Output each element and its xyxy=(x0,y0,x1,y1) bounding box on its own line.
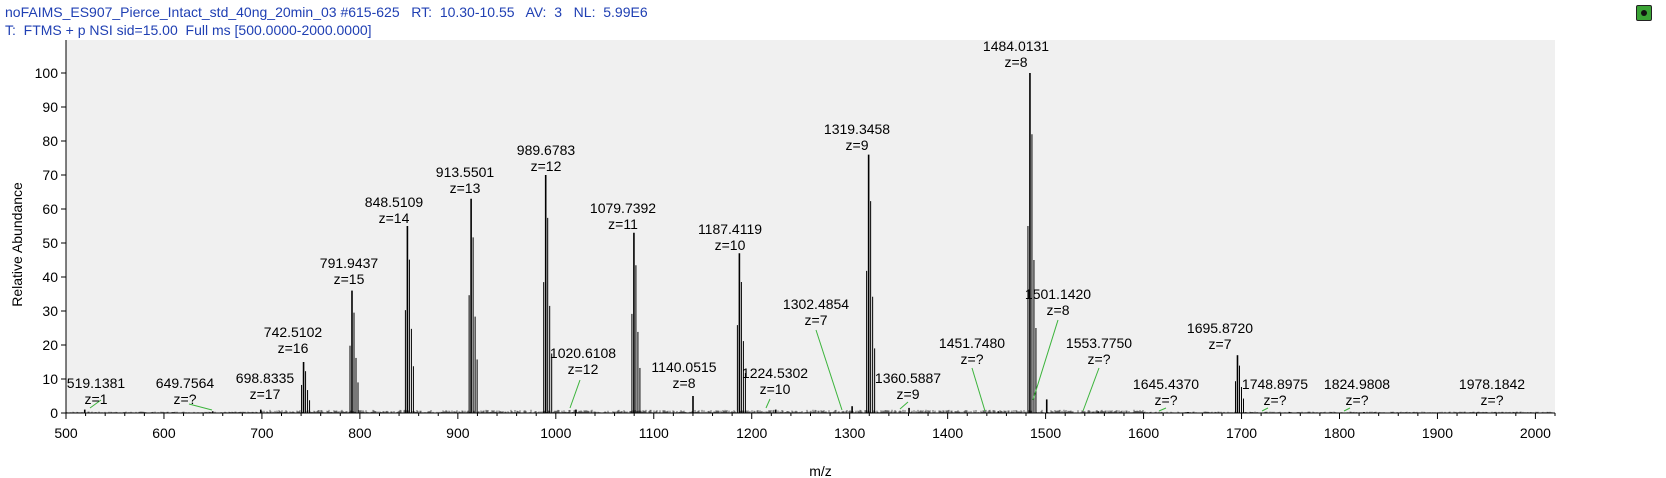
y-tick-label: 40 xyxy=(42,269,58,285)
x-tick-label: 800 xyxy=(348,425,372,441)
peak-charge-label: z=7 xyxy=(805,312,828,328)
x-tick-label: 2000 xyxy=(1520,425,1551,441)
peak-charge-label: z=? xyxy=(1346,392,1369,408)
y-axis-label: Relative Abundance xyxy=(9,182,25,307)
peak-charge-label: z=8 xyxy=(673,375,696,391)
peak-charge-label: z=? xyxy=(1481,392,1504,408)
peak-charge-label: z=10 xyxy=(715,237,746,253)
peak-mz-label: 791.9437 xyxy=(320,255,379,271)
peak-mz-label: 1020.6108 xyxy=(550,345,616,361)
peak-charge-label: z=12 xyxy=(531,158,562,174)
peak-mz-label: 1224.5302 xyxy=(742,365,808,381)
y-tick-label: 80 xyxy=(42,133,58,149)
x-tick-label: 700 xyxy=(250,425,274,441)
peak-charge-label: z=? xyxy=(174,391,197,407)
peak-mz-label: 1645.4370 xyxy=(1133,376,1199,392)
x-tick-label: 1500 xyxy=(1030,425,1061,441)
y-tick-label: 0 xyxy=(50,405,58,421)
peak-mz-label: 1748.8975 xyxy=(1242,376,1308,392)
peak-charge-label: z=9 xyxy=(897,386,920,402)
peak-mz-label: 1187.4119 xyxy=(698,221,762,237)
y-tick-label: 90 xyxy=(42,99,58,115)
peak-charge-label: z=9 xyxy=(846,137,869,153)
peak-charge-label: z=13 xyxy=(450,180,481,196)
peak-charge-label: z=12 xyxy=(568,361,599,377)
peak-mz-label: 649.7564 xyxy=(156,375,215,391)
y-tick-label: 100 xyxy=(35,65,59,81)
peak-mz-label: 1824.9808 xyxy=(1324,376,1390,392)
x-axis-label: m/z xyxy=(809,463,832,478)
peak-charge-label: z=7 xyxy=(1209,336,1232,352)
peak-charge-label: z=15 xyxy=(334,271,365,287)
peak-mz-label: 519.1381 xyxy=(67,375,126,391)
peak-mz-label: 1501.1420 xyxy=(1025,286,1091,302)
y-tick-label: 30 xyxy=(42,303,58,319)
x-tick-label: 1600 xyxy=(1128,425,1159,441)
peak-charge-label: z=1 xyxy=(85,391,108,407)
peak-mz-label: 1302.4854 xyxy=(783,296,849,312)
peak-charge-label: z=8 xyxy=(1047,302,1070,318)
peak-mz-label: 1484.0131 xyxy=(983,38,1049,54)
x-tick-label: 900 xyxy=(446,425,470,441)
peak-mz-label: 1140.0515 xyxy=(651,359,716,375)
peak-mz-label: 989.6783 xyxy=(517,142,576,158)
mass-spectrum-chart: 519.1381z=1649.7564z=?698.8335z=17742.51… xyxy=(9,38,1556,478)
peak-mz-label: 1360.5887 xyxy=(875,370,941,386)
x-tick-label: 1000 xyxy=(540,425,571,441)
peak-mz-label: 1079.7392 xyxy=(590,200,656,216)
x-tick-label: 1100 xyxy=(639,425,669,441)
y-tick-label: 50 xyxy=(42,235,58,251)
peak-mz-label: 1553.7750 xyxy=(1066,335,1132,351)
peak-charge-label: z=10 xyxy=(760,381,791,397)
x-tick-label: 1700 xyxy=(1226,425,1257,441)
x-tick-label: 1300 xyxy=(834,425,865,441)
peak-mz-label: 742.5102 xyxy=(264,324,323,340)
y-tick-label: 70 xyxy=(42,167,58,183)
x-tick-label: 1800 xyxy=(1324,425,1355,441)
y-tick-label: 10 xyxy=(42,371,58,387)
plot-area xyxy=(66,40,1555,413)
peak-charge-label: z=? xyxy=(1264,392,1287,408)
x-tick-label: 1900 xyxy=(1422,425,1453,441)
peak-charge-label: z=? xyxy=(1155,392,1178,408)
x-tick-label: 600 xyxy=(152,425,176,441)
peak-mz-label: 913.5501 xyxy=(436,164,495,180)
peak-charge-label: z=11 xyxy=(608,216,638,232)
peak-charge-label: z=17 xyxy=(250,386,281,402)
x-tick-label: 1200 xyxy=(736,425,767,441)
peak-mz-label: 1451.7480 xyxy=(939,335,1005,351)
peak-mz-label: 848.5109 xyxy=(365,194,424,210)
peak-mz-label: 1978.1842 xyxy=(1459,376,1525,392)
peak-charge-label: z=? xyxy=(961,351,984,367)
peak-charge-label: z=16 xyxy=(278,340,309,356)
peak-charge-label: z=14 xyxy=(379,210,410,226)
y-tick-label: 60 xyxy=(42,201,58,217)
peak-mz-label: 1695.8720 xyxy=(1187,320,1253,336)
peak-charge-label: z=8 xyxy=(1005,54,1028,70)
peak-mz-label: 698.8335 xyxy=(236,370,295,386)
x-tick-label: 500 xyxy=(54,425,78,441)
y-tick-label: 20 xyxy=(42,337,58,353)
peak-charge-label: z=? xyxy=(1088,351,1111,367)
x-tick-label: 1400 xyxy=(932,425,963,441)
peak-mz-label: 1319.3458 xyxy=(824,121,890,137)
